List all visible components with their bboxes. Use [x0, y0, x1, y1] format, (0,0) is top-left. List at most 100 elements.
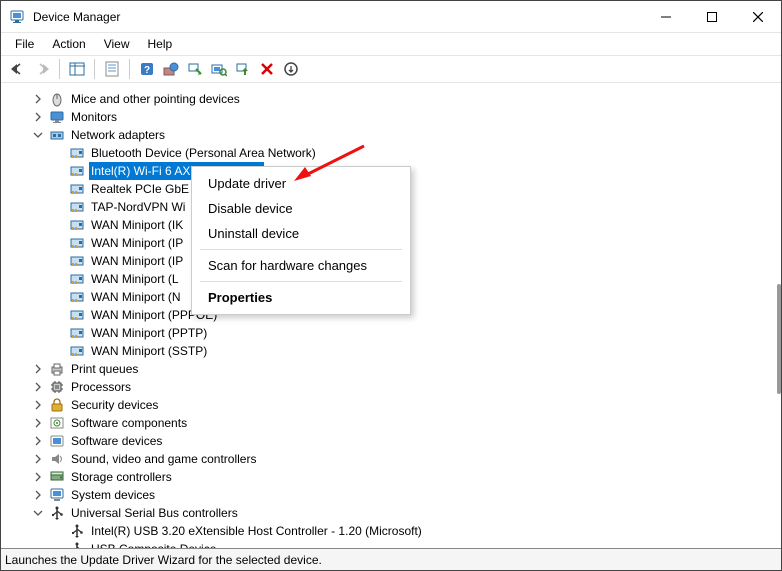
- help-button[interactable]: ?: [136, 58, 158, 80]
- printer-icon: [49, 361, 65, 377]
- tree-item[interactable]: Intel(R) USB 3.20 eXtensible Host Contro…: [11, 522, 781, 540]
- update-driver-button[interactable]: [160, 58, 182, 80]
- menu-help[interactable]: Help: [140, 35, 181, 53]
- tree-item-label: Storage controllers: [69, 468, 174, 486]
- statusbar: Launches the Update Driver Wizard for th…: [1, 548, 781, 570]
- context-menu: Update driver Disable device Uninstall d…: [191, 166, 411, 315]
- device-tree-area: Mice and other pointing devicesMonitorsN…: [1, 84, 781, 548]
- tree-item-label: WAN Miniport (PPTP): [89, 324, 209, 342]
- tree-item-label: Software components: [69, 414, 189, 432]
- minimize-button[interactable]: [643, 1, 689, 33]
- menubar: File Action View Help: [1, 33, 781, 55]
- tree-item[interactable]: Monitors: [11, 108, 781, 126]
- uninstall-device-button[interactable]: [256, 58, 278, 80]
- scan-hardware-button[interactable]: [208, 58, 230, 80]
- device-tree[interactable]: Mice and other pointing devicesMonitorsN…: [1, 84, 781, 548]
- collapse-icon[interactable]: [31, 506, 45, 520]
- tree-item[interactable]: Security devices: [11, 396, 781, 414]
- tree-item[interactable]: Sound, video and game controllers: [11, 450, 781, 468]
- tree-item-label: Bluetooth Device (Personal Area Network): [89, 144, 318, 162]
- context-uninstall-device[interactable]: Uninstall device: [194, 221, 408, 246]
- tree-item[interactable]: Software components: [11, 414, 781, 432]
- tree-item[interactable]: Software devices: [11, 432, 781, 450]
- context-disable-device[interactable]: Disable device: [194, 196, 408, 221]
- cpu-icon: [49, 379, 65, 395]
- tree-item[interactable]: WAN Miniport (PPTP): [11, 324, 781, 342]
- context-properties[interactable]: Properties: [194, 285, 408, 310]
- tree-item-label: Realtek PCIe GbE: [89, 180, 191, 198]
- swdev-icon: [49, 433, 65, 449]
- context-scan-hardware[interactable]: Scan for hardware changes: [194, 253, 408, 278]
- tree-item-label: WAN Miniport (SSTP): [89, 342, 209, 360]
- tree-item[interactable]: Mice and other pointing devices: [11, 90, 781, 108]
- netcard-icon: [69, 163, 85, 179]
- tree-item-label: Processors: [69, 378, 133, 396]
- tree-item-label: TAP-NordVPN Wi: [89, 198, 187, 216]
- netcard-icon: [69, 325, 85, 341]
- tree-item-label: Security devices: [69, 396, 160, 414]
- collapse-icon[interactable]: [31, 128, 45, 142]
- tree-item-label: Software devices: [69, 432, 164, 450]
- usb-icon: [69, 541, 85, 548]
- tree-item-label: Intel(R) USB 3.20 eXtensible Host Contro…: [89, 522, 424, 540]
- disable-device-button[interactable]: [184, 58, 206, 80]
- storage-icon: [49, 469, 65, 485]
- back-button[interactable]: [7, 58, 29, 80]
- tree-item[interactable]: Universal Serial Bus controllers: [11, 504, 781, 522]
- netcard-icon: [69, 271, 85, 287]
- tree-item-label: WAN Miniport (L: [89, 270, 181, 288]
- tree-item[interactable]: Storage controllers: [11, 468, 781, 486]
- menu-view[interactable]: View: [96, 35, 138, 53]
- context-update-driver[interactable]: Update driver: [194, 171, 408, 196]
- enable-device-button[interactable]: [232, 58, 254, 80]
- menu-action[interactable]: Action: [44, 35, 93, 53]
- system-icon: [49, 487, 65, 503]
- expand-icon[interactable]: [31, 470, 45, 484]
- forward-button[interactable]: [31, 58, 53, 80]
- tree-item-label: WAN Miniport (IP: [89, 234, 185, 252]
- scrollbar[interactable]: [777, 284, 781, 394]
- expand-icon[interactable]: [31, 452, 45, 466]
- expand-icon[interactable]: [31, 92, 45, 106]
- tree-item[interactable]: Bluetooth Device (Personal Area Network): [11, 144, 781, 162]
- netcard-icon: [69, 217, 85, 233]
- tree-item[interactable]: WAN Miniport (SSTP): [11, 342, 781, 360]
- usb-icon: [49, 505, 65, 521]
- tree-item-label: WAN Miniport (IK: [89, 216, 185, 234]
- maximize-button[interactable]: [689, 1, 735, 33]
- menu-file[interactable]: File: [7, 35, 42, 53]
- expand-icon[interactable]: [31, 434, 45, 448]
- tree-item[interactable]: Print queues: [11, 360, 781, 378]
- svg-text:?: ?: [144, 65, 150, 76]
- netcard-icon: [69, 253, 85, 269]
- tree-item[interactable]: Processors: [11, 378, 781, 396]
- status-text: Launches the Update Driver Wizard for th…: [5, 553, 322, 567]
- netcard-icon: [69, 343, 85, 359]
- usb-icon: [69, 523, 85, 539]
- tree-item[interactable]: Network adapters: [11, 126, 781, 144]
- sound-icon: [49, 451, 65, 467]
- context-separator: [200, 281, 402, 282]
- security-icon: [49, 397, 65, 413]
- expand-icon[interactable]: [31, 398, 45, 412]
- tree-item-label: Print queues: [69, 360, 140, 378]
- tree-item-label: WAN Miniport (IP: [89, 252, 185, 270]
- netcard-icon: [69, 199, 85, 215]
- expand-icon[interactable]: [31, 362, 45, 376]
- legacy-add-button[interactable]: [280, 58, 302, 80]
- expand-icon[interactable]: [31, 110, 45, 124]
- netcard-icon: [69, 181, 85, 197]
- properties-button[interactable]: [101, 58, 123, 80]
- tree-item[interactable]: System devices: [11, 486, 781, 504]
- tree-item-label: Network adapters: [69, 126, 167, 144]
- tree-item-label: Mice and other pointing devices: [69, 90, 242, 108]
- titlebar: Device Manager: [1, 1, 781, 33]
- tree-item-label: Sound, video and game controllers: [69, 450, 258, 468]
- expand-icon[interactable]: [31, 416, 45, 430]
- expand-icon[interactable]: [31, 488, 45, 502]
- show-hide-tree-button[interactable]: [66, 58, 88, 80]
- close-button[interactable]: [735, 1, 781, 33]
- monitor-icon: [49, 109, 65, 125]
- tree-item[interactable]: USB Composite Device: [11, 540, 781, 548]
- expand-icon[interactable]: [31, 380, 45, 394]
